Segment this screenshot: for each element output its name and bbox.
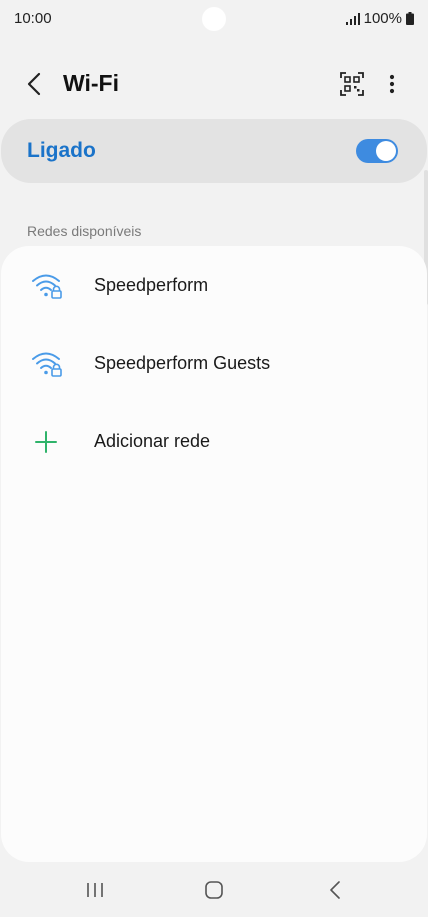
page-title: Wi-Fi	[63, 70, 119, 96]
network-name: Speedperform	[94, 275, 209, 295]
wifi-locked-icon	[32, 352, 62, 377]
network-name: Speedperform Guests	[94, 353, 271, 373]
back-arrow-icon	[27, 72, 41, 96]
add-network-label: Adicionar rede	[94, 431, 211, 451]
available-networks-label: Redes disponíveis	[27, 223, 142, 239]
battery-percent: 100%	[363, 10, 402, 27]
status-bar: 10:00 100%	[0, 0, 428, 38]
toggle-knob	[376, 141, 396, 161]
add-network-item[interactable]: Adicionar rede	[1, 403, 427, 481]
network-item[interactable]: Speedperform Guests	[1, 325, 427, 403]
camera-cutout	[202, 7, 226, 31]
wifi-toggle-switch[interactable]	[356, 139, 398, 163]
back-icon	[330, 881, 340, 899]
plus-icon	[35, 431, 57, 453]
network-item[interactable]: Speedperform	[1, 247, 427, 325]
back-button[interactable]	[18, 68, 50, 100]
more-options-icon	[389, 74, 395, 94]
home-icon	[205, 881, 223, 899]
navigation-bar	[0, 862, 428, 917]
networks-card: Speedperform Speedperform Guests Adicion…	[1, 246, 427, 862]
status-time: 10:00	[14, 10, 52, 27]
battery-icon	[406, 12, 414, 25]
qr-code-button[interactable]	[338, 70, 366, 98]
top-bar: Wi-Fi	[0, 58, 428, 110]
recent-apps-icon	[87, 883, 103, 897]
status-indicators: 100%	[345, 10, 414, 27]
qr-code-icon	[340, 72, 364, 96]
wifi-locked-icon	[32, 274, 62, 299]
more-options-button[interactable]	[378, 70, 406, 98]
back-nav-button[interactable]	[315, 874, 355, 906]
wifi-master-toggle[interactable]: Ligado	[1, 119, 427, 183]
master-toggle-label: Ligado	[27, 139, 96, 162]
recent-apps-button[interactable]	[75, 874, 115, 906]
signal-icon	[345, 12, 360, 25]
home-button[interactable]	[194, 874, 234, 906]
